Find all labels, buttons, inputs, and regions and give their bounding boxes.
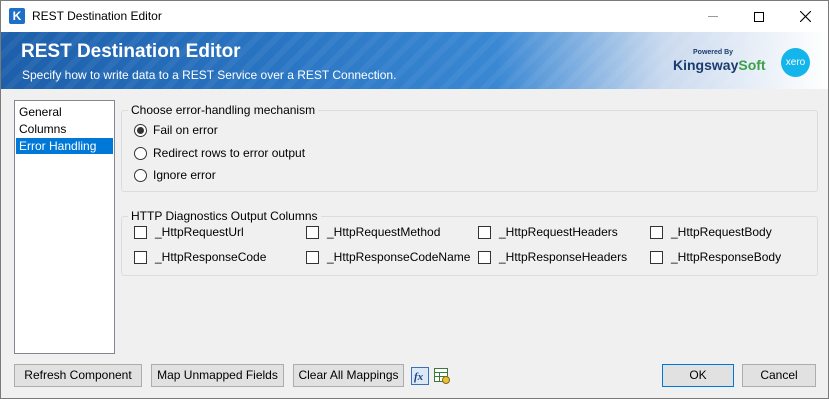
logo-powered-by: Powered By xyxy=(693,49,734,56)
checkbox-label: _HttpResponseHeaders xyxy=(499,250,628,264)
xero-logo: xero xyxy=(781,48,810,77)
title-bar: K REST Destination Editor xyxy=(1,1,828,32)
radio-fail-on-error[interactable]: Fail on error xyxy=(134,123,218,137)
checkbox-box[interactable] xyxy=(134,225,147,239)
error-handling-group: Choose error-handling mechanism Fail on … xyxy=(121,103,818,192)
rest-destination-editor-window: K REST Destination Editor REST Destinati… xyxy=(0,0,829,399)
logo-wordmark-a: Kingsway xyxy=(673,57,739,73)
minimize-icon xyxy=(708,16,718,17)
checkbox-http-response-headers[interactable]: _HttpResponseHeaders xyxy=(478,250,627,264)
checkbox-label: _HttpResponseCode xyxy=(155,250,267,264)
fx-icon[interactable]: fx xyxy=(411,367,429,385)
checkbox-box[interactable] xyxy=(306,250,319,264)
banner-subtitle: Specify how to write data to a REST Serv… xyxy=(22,68,397,82)
checkbox-box[interactable] xyxy=(650,250,663,264)
radio-label: Fail on error xyxy=(153,123,218,137)
close-icon xyxy=(799,11,811,22)
close-button[interactable] xyxy=(782,1,828,32)
checkbox-box[interactable] xyxy=(478,250,491,264)
nav-item-columns[interactable]: Columns xyxy=(15,121,114,137)
page-nav-list: General Columns Error Handling xyxy=(14,100,115,354)
checkbox-box[interactable] xyxy=(306,225,319,239)
svg-text:fx: fx xyxy=(414,371,424,383)
maximize-button[interactable] xyxy=(736,1,782,32)
map-unmapped-fields-button[interactable]: Map Unmapped Fields xyxy=(151,364,284,387)
logo-wordmark: KingswaySoft xyxy=(673,57,766,73)
minimize-button[interactable] xyxy=(690,1,736,32)
checkbox-http-response-body[interactable]: _HttpResponseBody xyxy=(650,250,781,264)
kingswaysoft-app-icon: K xyxy=(9,8,25,24)
checkbox-http-request-body[interactable]: _HttpRequestBody xyxy=(650,225,772,239)
nav-item-general[interactable]: General xyxy=(15,104,114,120)
checkbox-http-request-method[interactable]: _HttpRequestMethod xyxy=(306,225,440,239)
maximize-icon xyxy=(754,11,764,22)
checkbox-label: _HttpRequestHeaders xyxy=(499,225,618,239)
radio-selected-dot xyxy=(137,126,144,134)
radio-indicator[interactable] xyxy=(134,168,147,182)
http-diagnostics-group: HTTP Diagnostics Output Columns _HttpReq… xyxy=(121,209,818,276)
radio-redirect-rows[interactable]: Redirect rows to error output xyxy=(134,146,305,160)
cancel-button[interactable]: Cancel xyxy=(742,364,816,387)
radio-label: Ignore error xyxy=(153,168,216,182)
radio-label: Redirect rows to error output xyxy=(153,146,306,160)
http-diagnostics-legend: HTTP Diagnostics Output Columns xyxy=(128,209,321,223)
kingswaysoft-logo: Powered By KingswaySoft xyxy=(673,49,766,75)
nav-item-error-handling[interactable]: Error Handling xyxy=(16,138,113,154)
checkbox-label: _HttpResponseCodeName xyxy=(327,250,471,264)
checkbox-http-request-headers[interactable]: _HttpRequestHeaders xyxy=(478,225,618,239)
table-settings-icon[interactable] xyxy=(433,367,451,385)
logo-wordmark-b: Soft xyxy=(738,57,766,73)
banner-title: REST Destination Editor xyxy=(21,41,241,62)
refresh-component-button[interactable]: Refresh Component xyxy=(14,364,142,387)
error-handling-legend: Choose error-handling mechanism xyxy=(128,103,319,117)
checkbox-label: _HttpResponseBody xyxy=(671,250,782,264)
checkbox-label: _HttpRequestBody xyxy=(671,225,772,239)
radio-indicator[interactable] xyxy=(134,123,147,137)
header-banner: REST Destination Editor Specify how to w… xyxy=(1,32,828,89)
checkbox-http-response-code-name[interactable]: _HttpResponseCodeName xyxy=(306,250,470,264)
checkbox-label: _HttpRequestMethod xyxy=(327,225,441,239)
checkbox-http-request-url[interactable]: _HttpRequestUrl xyxy=(134,225,244,239)
checkbox-http-response-code[interactable]: _HttpResponseCode xyxy=(134,250,266,264)
radio-indicator[interactable] xyxy=(134,146,147,160)
window-title: REST Destination Editor xyxy=(32,9,162,23)
clear-all-mappings-button[interactable]: Clear All Mappings xyxy=(293,364,404,387)
checkbox-box[interactable] xyxy=(134,250,147,264)
ok-button[interactable]: OK xyxy=(662,364,734,387)
radio-ignore-error[interactable]: Ignore error xyxy=(134,168,216,182)
checkbox-box[interactable] xyxy=(478,225,491,239)
checkbox-box[interactable] xyxy=(650,225,663,239)
checkbox-label: _HttpRequestUrl xyxy=(155,225,244,239)
